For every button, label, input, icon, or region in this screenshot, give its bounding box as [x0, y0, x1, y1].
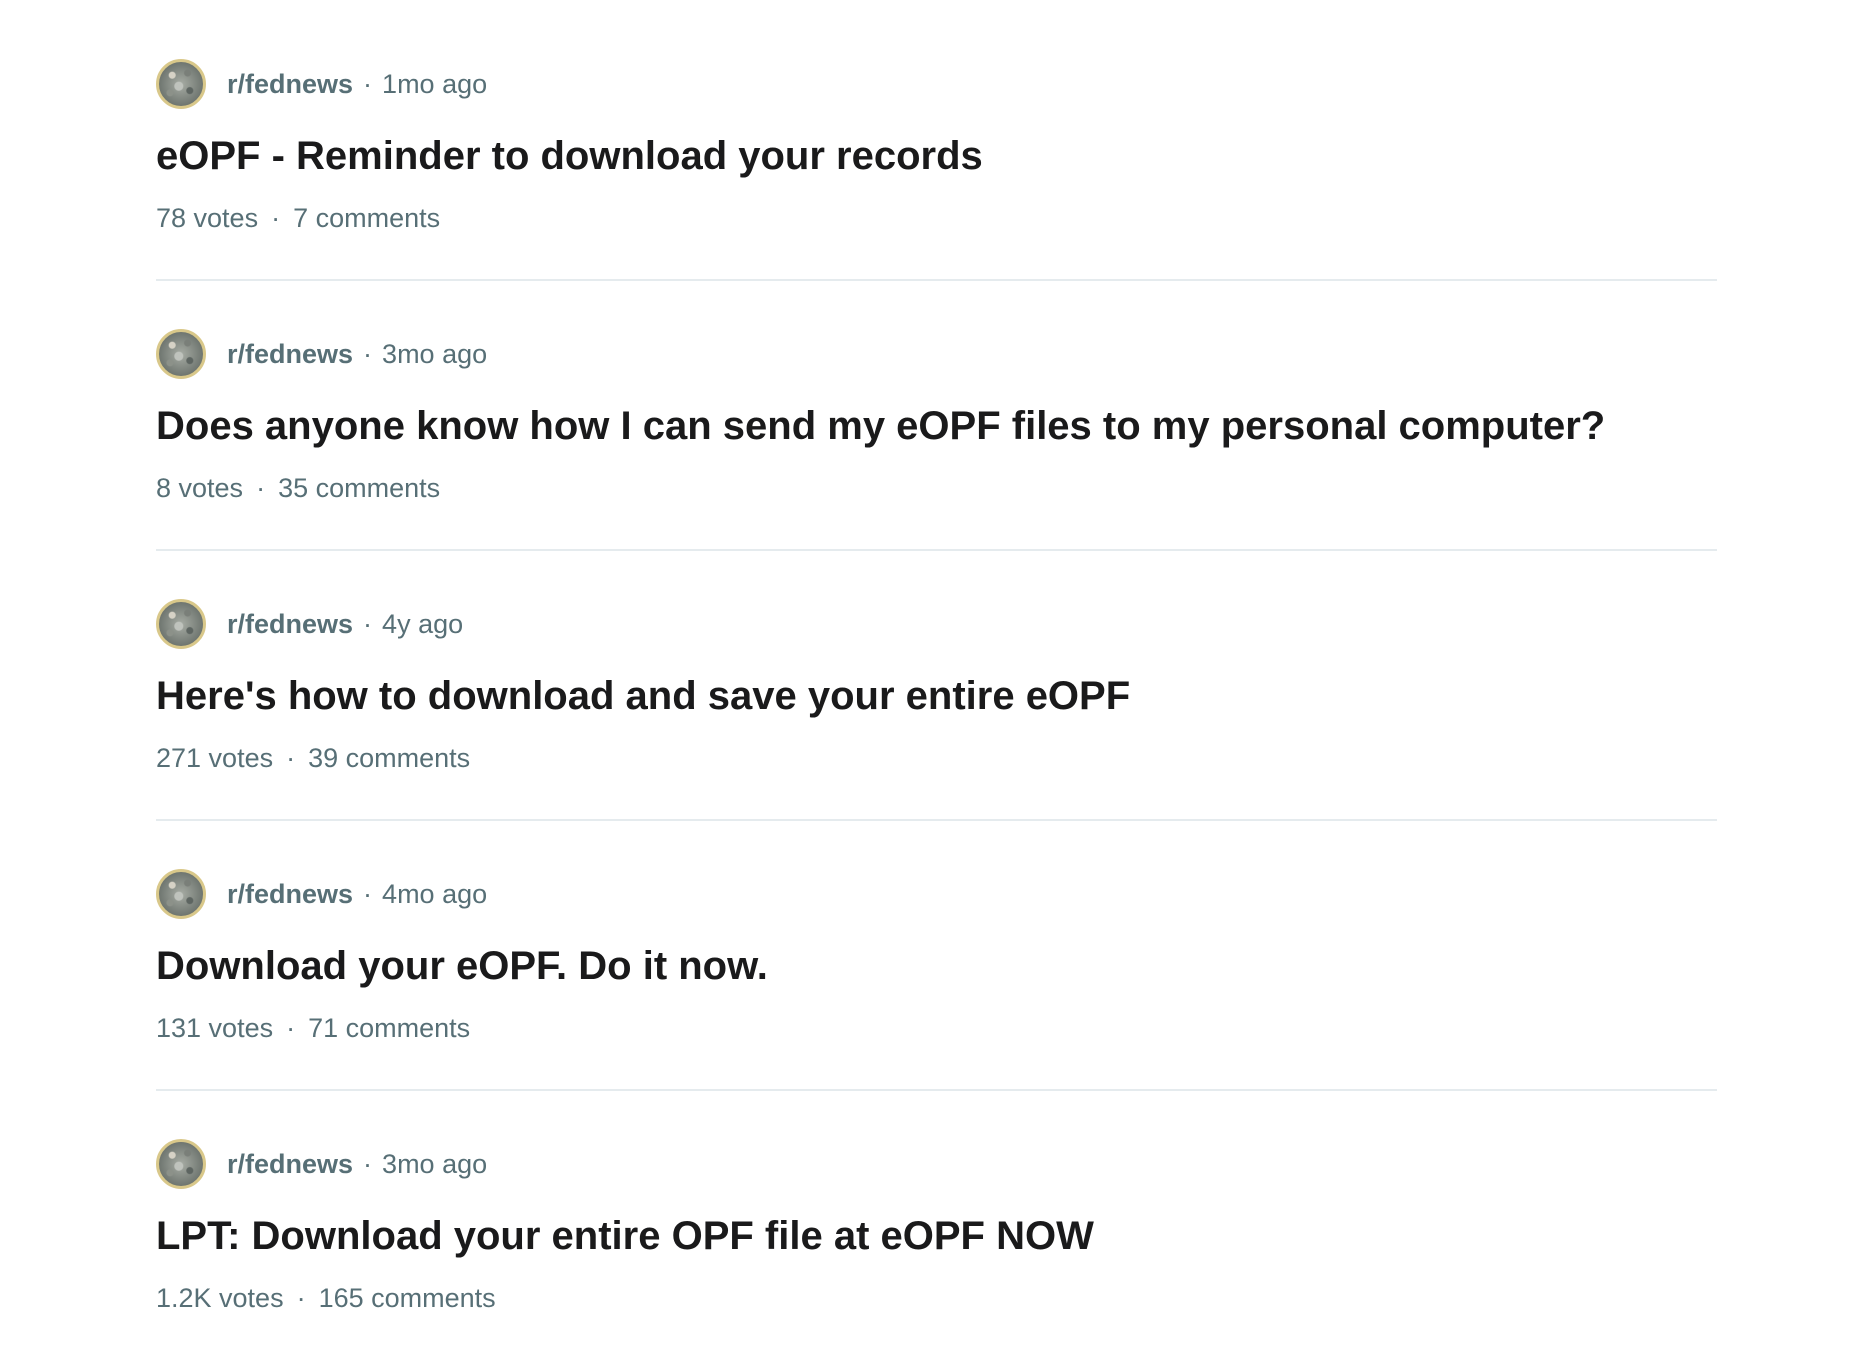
subreddit-avatar[interactable]	[156, 329, 206, 379]
post-time: 4y ago	[382, 608, 464, 639]
comment-count[interactable]: 71 comments	[308, 1013, 470, 1043]
vote-count: 271 votes	[156, 743, 274, 773]
subreddit-link[interactable]: r/fednews	[227, 1149, 353, 1180]
subreddit-link[interactable]: r/fednews	[227, 69, 353, 100]
vote-count: 131 votes	[156, 1013, 274, 1043]
post-title[interactable]: eOPF - Reminder to download your records	[156, 128, 983, 184]
post-time: 4mo ago	[382, 878, 488, 909]
vote-count: 78 votes	[156, 203, 259, 233]
post-title[interactable]: Here's how to download and save your ent…	[156, 668, 1130, 724]
post-item[interactable]: r/fednews · 1mo ago eOPF - Reminder to d…	[156, 0, 1717, 281]
post-stats: 131 votes · 71 comments	[156, 1010, 470, 1046]
post-stats: 78 votes · 7 comments	[156, 200, 440, 236]
comment-count[interactable]: 35 comments	[278, 473, 440, 503]
post-time: 1mo ago	[382, 68, 488, 99]
post-time: 3mo ago	[382, 338, 488, 369]
post-title[interactable]: Does anyone know how I can send my eOPF …	[156, 398, 1605, 454]
post-meta: r/fednews · 1mo ago	[156, 58, 487, 110]
subreddit-avatar[interactable]	[156, 599, 206, 649]
subreddit-avatar[interactable]	[156, 59, 206, 109]
comment-count[interactable]: 165 comments	[319, 1283, 496, 1313]
stats-separator: ·	[286, 743, 296, 773]
subreddit-avatar[interactable]	[156, 869, 206, 919]
stats-separator: ·	[256, 473, 266, 503]
post-item[interactable]: r/fednews · 4y ago Here's how to downloa…	[156, 540, 1717, 821]
post-meta: r/fednews · 3mo ago	[156, 328, 487, 380]
subreddit-avatar[interactable]	[156, 1139, 206, 1189]
comment-count[interactable]: 7 comments	[293, 203, 440, 233]
meta-separator: ·	[363, 878, 373, 909]
post-item[interactable]: r/fednews · 3mo ago LPT: Download your e…	[156, 1080, 1717, 1350]
subreddit-link[interactable]: r/fednews	[227, 339, 353, 370]
post-stats: 1.2K votes · 165 comments	[156, 1280, 496, 1316]
meta-separator: ·	[363, 1148, 373, 1179]
comment-count[interactable]: 39 comments	[308, 743, 470, 773]
stats-separator: ·	[286, 1013, 296, 1043]
post-stats: 8 votes · 35 comments	[156, 470, 440, 506]
subreddit-link[interactable]: r/fednews	[227, 879, 353, 910]
post-title[interactable]: Download your eOPF. Do it now.	[156, 938, 768, 994]
meta-separator: ·	[363, 608, 373, 639]
post-meta: r/fednews · 3mo ago	[156, 1138, 487, 1190]
meta-separator: ·	[363, 338, 373, 369]
post-item[interactable]: r/fednews · 4mo ago Download your eOPF. …	[156, 810, 1717, 1091]
stats-separator: ·	[296, 1283, 306, 1313]
subreddit-link[interactable]: r/fednews	[227, 609, 353, 640]
post-title[interactable]: LPT: Download your entire OPF file at eO…	[156, 1208, 1094, 1264]
stats-separator: ·	[271, 203, 281, 233]
post-item[interactable]: r/fednews · 3mo ago Does anyone know how…	[156, 270, 1717, 551]
post-meta: r/fednews · 4y ago	[156, 598, 463, 650]
vote-count: 1.2K votes	[156, 1283, 284, 1313]
post-meta: r/fednews · 4mo ago	[156, 868, 487, 920]
vote-count: 8 votes	[156, 473, 244, 503]
post-stats: 271 votes · 39 comments	[156, 740, 470, 776]
meta-separator: ·	[363, 68, 373, 99]
post-time: 3mo ago	[382, 1148, 488, 1179]
